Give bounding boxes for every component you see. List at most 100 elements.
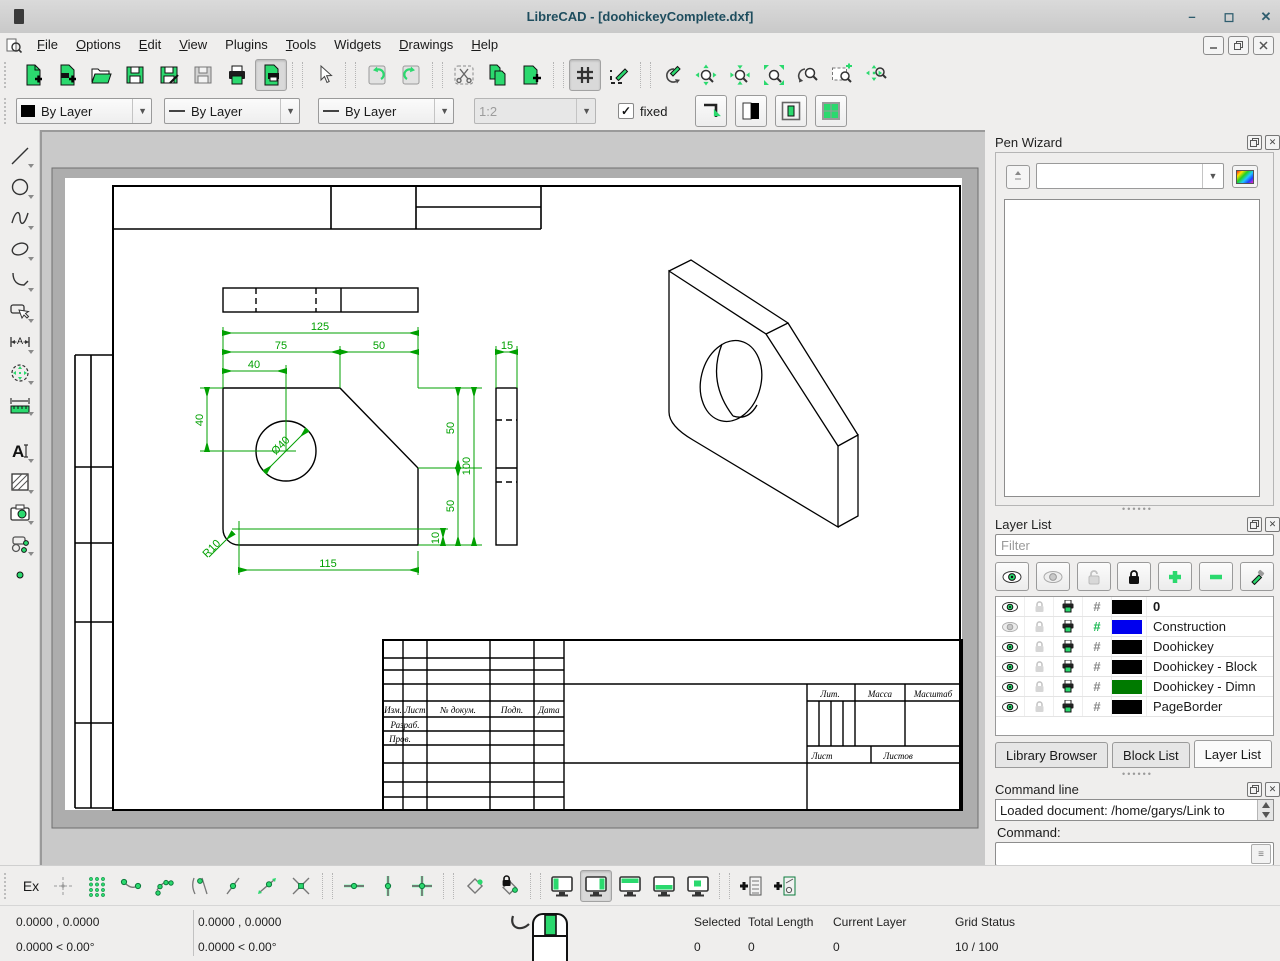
float-panel-icon[interactable] [1247,517,1262,532]
hatch-tool-button[interactable] [4,466,36,497]
lock-all-layers-button[interactable] [1117,562,1151,591]
toolbar-handle[interactable] [4,873,13,899]
lock-icon[interactable] [1025,677,1054,696]
close-panel-icon[interactable]: ✕ [1265,135,1280,150]
menu-widgets[interactable]: Widgets [325,33,390,57]
remove-layer-button[interactable] [1199,562,1233,591]
pen-linetype-combo[interactable]: By Layer ▼ [318,98,454,124]
maximize-icon[interactable]: ◻ [1211,0,1247,33]
spline-tool-button[interactable] [4,202,36,233]
print-preview-button[interactable] [255,59,287,91]
image-tool-button[interactable] [4,497,36,528]
copy-button[interactable] [482,59,514,91]
select-pointer-button[interactable] [308,59,340,91]
menu-file[interactable]: File [28,33,67,57]
construction-icon[interactable]: # [1083,617,1112,636]
lock-icon[interactable] [1025,697,1054,716]
menu-options[interactable]: Options [67,33,130,57]
pen-spin-button[interactable] [1006,165,1030,189]
auto-zoom-button[interactable] [758,59,790,91]
measure-tool-button[interactable] [4,388,36,419]
snap-intersection-button[interactable] [285,870,317,902]
select-tool-button[interactable] [4,295,36,326]
dock-bottom-button[interactable] [648,870,680,902]
construction-icon[interactable]: # [1083,637,1112,656]
layer-row-3[interactable]: # Doohickey - Block [996,657,1273,677]
grid-toggle-button[interactable] [569,59,601,91]
blocks-grid-button[interactable] [815,95,847,127]
dock-splitter[interactable]: •••••• [995,771,1280,779]
construction-icon[interactable]: # [1083,597,1112,616]
minimize-icon[interactable]: – [1174,0,1210,33]
lock-icon[interactable] [1025,657,1054,676]
unlock-all-layers-button[interactable] [1077,562,1111,591]
command-options-icon[interactable]: ≡ [1251,844,1271,864]
save-all-button[interactable] [187,59,219,91]
circle-tool-button[interactable] [4,171,36,202]
tab-block-list[interactable]: Block List [1112,742,1190,768]
print-icon[interactable] [1054,617,1083,636]
dock-right-button[interactable] [580,870,612,902]
paste-button[interactable] [516,59,548,91]
mdi-close-icon[interactable] [1253,36,1274,55]
menu-plugins[interactable]: Plugins [216,33,277,57]
redo-button[interactable] [395,59,427,91]
pen-color-combo[interactable]: By Layer ▼ [16,98,152,124]
draft-lines-button[interactable] [603,59,635,91]
print-icon[interactable] [1054,677,1083,696]
pen-wizard-combo[interactable]: ▼ [1036,163,1224,189]
construction-icon[interactable]: # [1083,657,1112,676]
save-as-button[interactable] [153,59,185,91]
point-tool-button[interactable] [4,559,36,590]
add-command-widget-button[interactable] [735,870,767,902]
cut-button[interactable] [448,59,480,91]
modify-tool-button[interactable] [4,357,36,388]
zoom-in-button[interactable] [690,59,722,91]
zoom-out-button[interactable] [724,59,756,91]
print-icon[interactable] [1054,657,1083,676]
lock-icon[interactable] [1025,637,1054,656]
snap-free-button[interactable] [47,870,79,902]
snap-center-button[interactable] [183,870,215,902]
window-zoom-button[interactable] [826,59,858,91]
ellipse-tool-button[interactable] [4,233,36,264]
restrict-vertical-button[interactable] [372,870,404,902]
line-tool-button[interactable] [4,140,36,171]
dimension-tool-button[interactable]: A [4,326,36,357]
new-from-template-button[interactable] [51,59,83,91]
tab-library-browser[interactable]: Library Browser [995,742,1108,768]
show-all-layers-button[interactable] [995,562,1029,591]
layer-row-2[interactable]: # Doohickey [996,637,1273,657]
eye-icon[interactable] [996,657,1025,676]
snap-distance-button[interactable] [251,870,283,902]
tab-layer-list[interactable]: Layer List [1194,740,1272,768]
snap-endpoint-button[interactable] [115,870,147,902]
mdi-restore-icon[interactable] [1228,36,1249,55]
print-icon[interactable] [1054,637,1083,656]
dock-splitter[interactable]: •••••• [995,506,1280,514]
print-icon[interactable] [1054,597,1083,616]
lock-relative-zero-button[interactable] [493,870,525,902]
close-icon[interactable]: ✕ [1248,0,1280,33]
layer-row-4[interactable]: # Doohickey - Dimn [996,677,1273,697]
dock-left-button[interactable] [546,870,578,902]
pen-wizard-list[interactable] [1004,199,1260,497]
float-panel-icon[interactable] [1247,782,1262,797]
float-panel-icon[interactable] [1247,135,1262,150]
eye-off-icon[interactable] [996,617,1025,636]
mdi-minimize-icon[interactable] [1203,36,1224,55]
restrict-orthogonal-button[interactable] [406,870,438,902]
save-button[interactable] [119,59,151,91]
add-layer-button[interactable] [1158,562,1192,591]
dock-top-button[interactable] [614,870,646,902]
history-scrollbar[interactable] [1257,800,1273,820]
snap-middle-button[interactable] [217,870,249,902]
exclusive-snap-button[interactable]: Ex [16,878,46,894]
redraw-button[interactable] [656,59,688,91]
new-drawing-button[interactable] [17,59,49,91]
fixed-checkbox[interactable]: ✓ fixed [618,103,667,119]
previous-view-button[interactable] [792,59,824,91]
dock-float-button[interactable] [682,870,714,902]
eye-icon[interactable] [996,597,1025,616]
pen-color-picker-button[interactable] [1232,165,1258,188]
